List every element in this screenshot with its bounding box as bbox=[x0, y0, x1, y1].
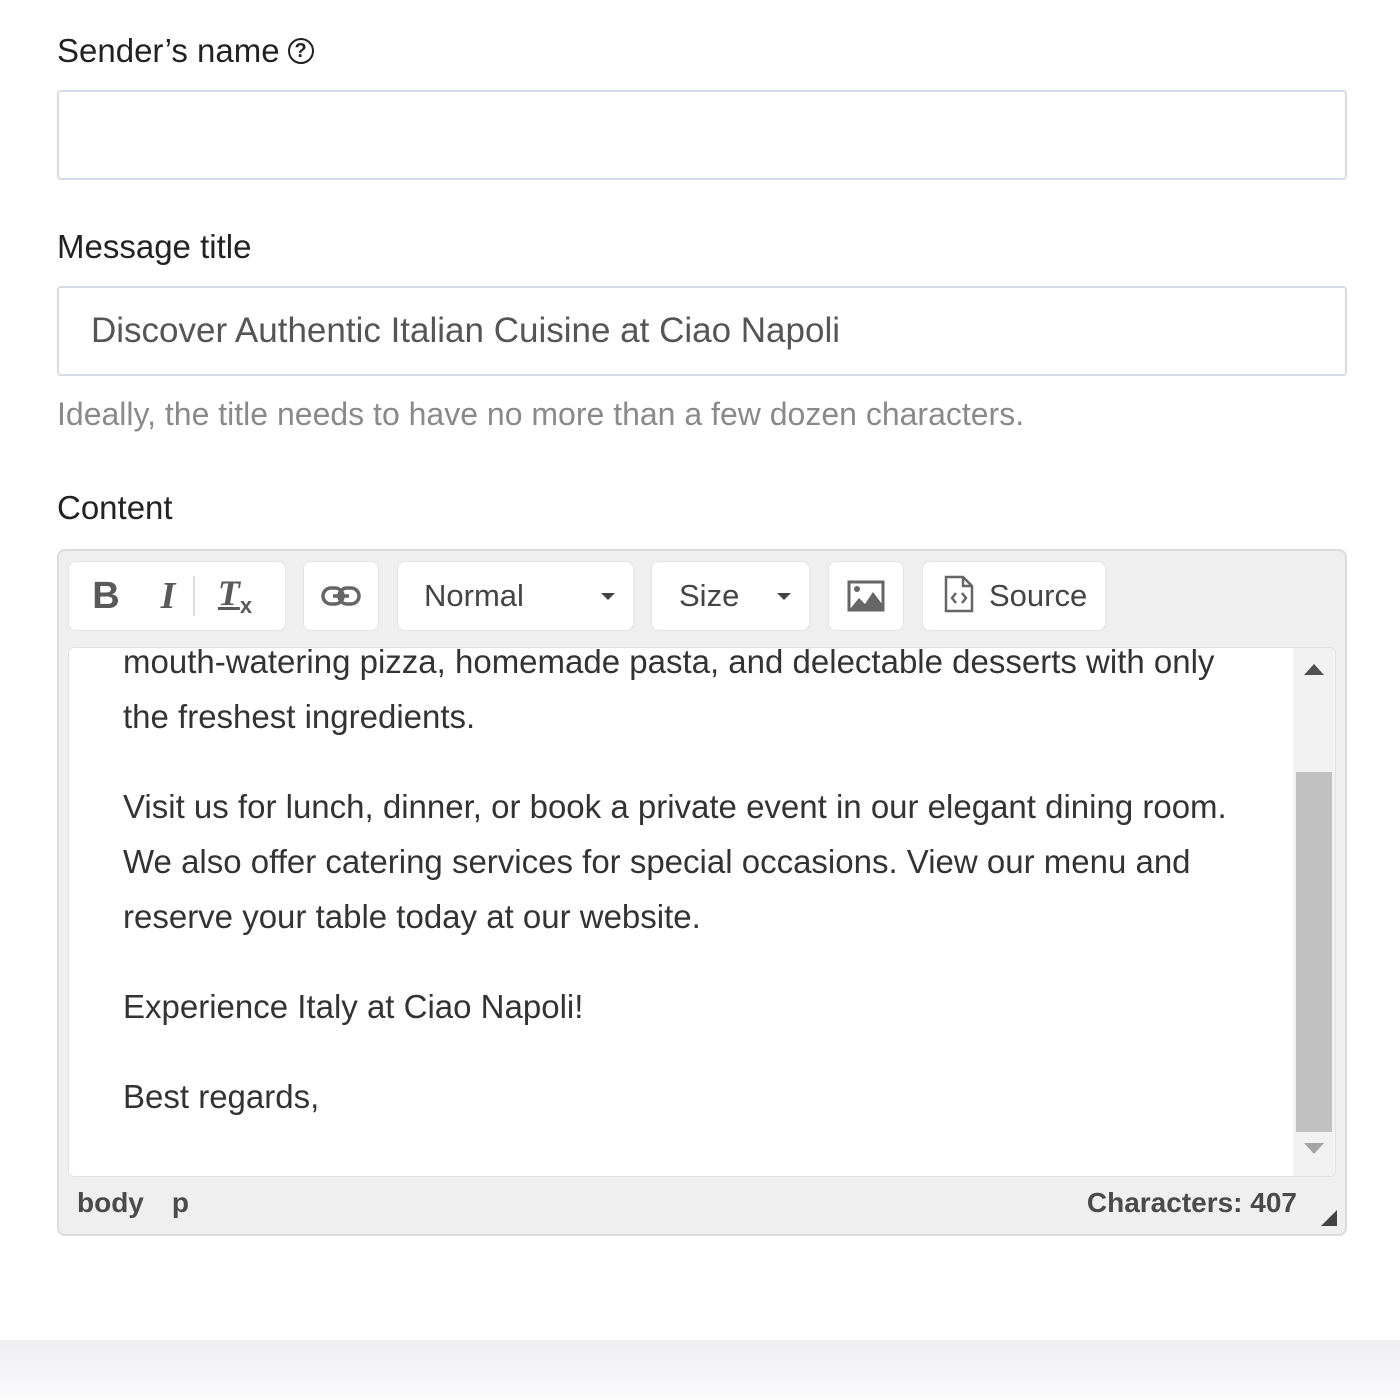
link-button[interactable] bbox=[303, 561, 379, 631]
elements-path: body p bbox=[77, 1187, 189, 1219]
scroll-up-arrow-icon[interactable] bbox=[1304, 664, 1324, 675]
scrollbar-thumb[interactable] bbox=[1296, 772, 1332, 1132]
character-count: Characters: 407 bbox=[1086, 1187, 1297, 1218]
source-button-label: Source bbox=[989, 578, 1088, 613]
remove-format-icon: Tx bbox=[217, 573, 253, 619]
message-title-hint: Ideally, the title needs to have no more… bbox=[57, 396, 1025, 432]
question-circle-icon[interactable]: ? bbox=[287, 38, 314, 64]
image-icon bbox=[829, 562, 903, 630]
bold-button[interactable]: B bbox=[69, 562, 143, 630]
scroll-down-arrow-icon[interactable] bbox=[1304, 1143, 1324, 1154]
italic-button[interactable]: I bbox=[143, 562, 193, 630]
size-combo-value: Size bbox=[679, 578, 740, 613]
image-button[interactable] bbox=[828, 561, 904, 631]
sender-name-input[interactable] bbox=[57, 90, 1347, 180]
format-combo-value: Normal bbox=[424, 578, 524, 613]
bold-icon: B bbox=[92, 574, 120, 617]
sender-name-label-text: Sender’s name bbox=[57, 32, 280, 69]
message-title-input[interactable] bbox=[57, 286, 1347, 376]
editor-content-area[interactable]: mouth-watering pizza, homemade pasta, an… bbox=[68, 647, 1336, 1177]
remove-format-button[interactable]: Tx bbox=[195, 562, 275, 630]
editor-body[interactable]: mouth-watering pizza, homemade pasta, an… bbox=[123, 647, 1233, 1159]
basic-styles-group: B I Tx bbox=[68, 561, 286, 631]
content-paragraph: Visit us for lunch, dinner, or book a pr… bbox=[123, 788, 1227, 935]
size-combo[interactable]: Size bbox=[651, 561, 810, 631]
vertical-scrollbar[interactable] bbox=[1293, 648, 1335, 1176]
italic-icon: I bbox=[160, 575, 176, 617]
chevron-down-icon bbox=[777, 592, 791, 600]
content-paragraph: Best regards, bbox=[123, 1078, 320, 1115]
content-paragraph: Experience Italy at Ciao Napoli! bbox=[123, 988, 584, 1025]
resize-handle-icon[interactable] bbox=[1321, 1210, 1337, 1226]
sender-name-label: Sender’s name ? bbox=[57, 32, 314, 70]
message-title-label: Message title bbox=[57, 228, 252, 265]
content-label: Content bbox=[57, 489, 173, 526]
rich-text-editor: B I Tx Normal Size Source mouth-watering… bbox=[57, 549, 1347, 1236]
form-page: Sender’s name ? Message title Ideally, t… bbox=[0, 0, 1400, 1340]
elements-path-p[interactable]: p bbox=[172, 1187, 189, 1219]
source-document-icon bbox=[943, 575, 975, 618]
content-paragraph: mouth-watering pizza, homemade pasta, an… bbox=[123, 647, 1215, 735]
elements-path-body[interactable]: body bbox=[77, 1187, 144, 1219]
page-footer-band bbox=[0, 1340, 1400, 1400]
source-button[interactable]: Source bbox=[922, 561, 1106, 631]
format-combo[interactable]: Normal bbox=[397, 561, 634, 631]
chevron-down-icon bbox=[601, 592, 615, 600]
link-icon bbox=[304, 562, 378, 630]
